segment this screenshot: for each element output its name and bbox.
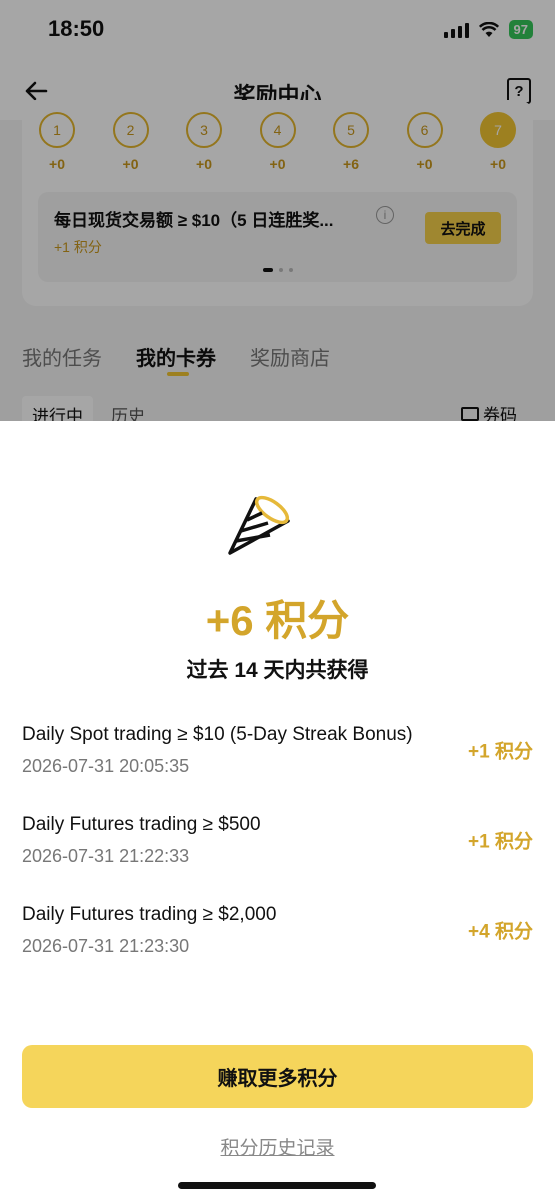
- record-points: +1 积分: [468, 741, 533, 763]
- record-timestamp: 2026-07-31 21:23:30: [22, 936, 190, 956]
- list-item: Daily Futures trading ≥ $500 2026-07-31 …: [22, 809, 533, 871]
- total-points: +6 积分: [205, 597, 350, 644]
- list-item: Daily Spot trading ≥ $10 (5-Day Streak B…: [22, 719, 533, 781]
- points-summary-sheet: +6 积分 过去 14 天内共获得 Daily Spot trading ≥ $…: [0, 421, 555, 1200]
- record-title: Daily Futures trading ≥ $2,000: [22, 904, 277, 925]
- record-timestamp: 2026-07-31 21:22:33: [22, 846, 190, 866]
- points-record-list: Daily Spot trading ≥ $10 (5-Day Streak B…: [22, 719, 533, 989]
- record-points: +4 积分: [468, 921, 533, 943]
- list-item: Daily Futures trading ≥ $2,000 2026-07-3…: [22, 899, 533, 961]
- record-points: +1 积分: [468, 831, 533, 853]
- period-subtitle: 过去 14 天内共获得: [186, 659, 369, 682]
- record-title: Daily Spot trading ≥ $10 (5-Day Streak B…: [22, 724, 413, 745]
- earn-more-points-button[interactable]: 赚取更多积分: [22, 1045, 533, 1108]
- home-indicator: [178, 1182, 376, 1189]
- record-title: Daily Futures trading ≥ $500: [22, 814, 261, 835]
- record-timestamp: 2026-07-31 20:05:35: [22, 756, 190, 776]
- party-popper-icon: [228, 495, 290, 555]
- points-history-link[interactable]: 积分历史记录: [0, 1133, 555, 1160]
